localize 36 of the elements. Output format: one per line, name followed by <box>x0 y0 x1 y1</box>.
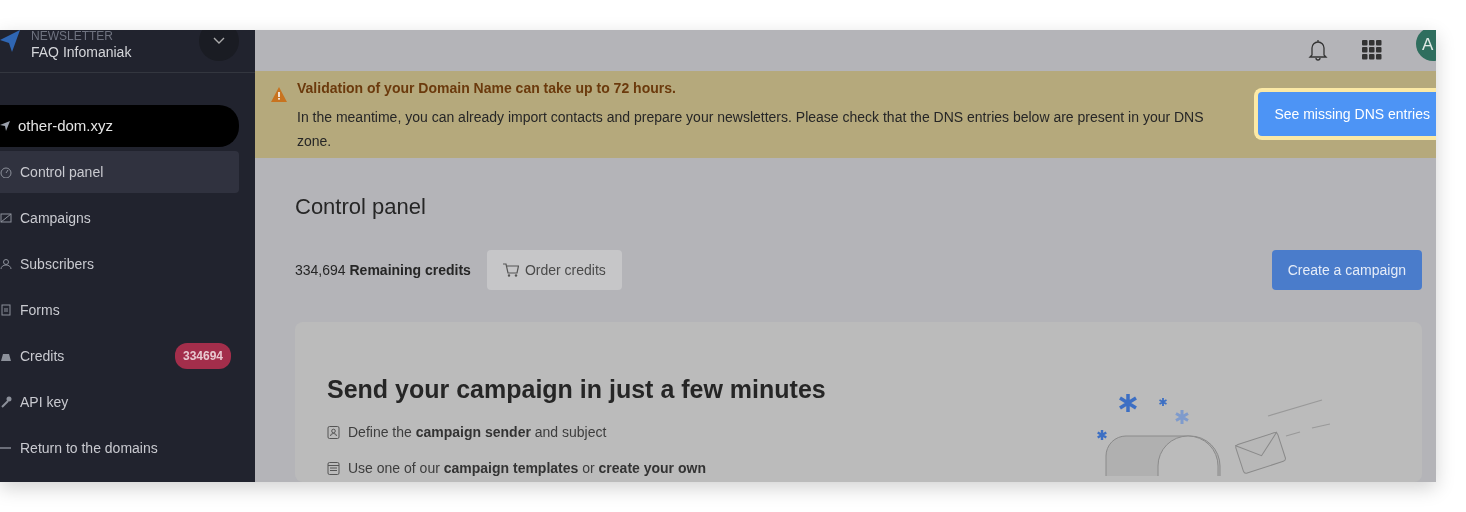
warning-icon <box>271 86 287 102</box>
hero-title: Send your campaign in just a few minutes <box>327 374 827 404</box>
sidebar-item[interactable]: Campaigns <box>0 197 239 239</box>
step-text: Use one of our campaign templates or create your own <box>348 458 706 478</box>
contact-card-icon <box>327 425 340 439</box>
apps-grid-icon[interactable] <box>1362 40 1382 61</box>
user-avatar[interactable]: A <box>1416 30 1436 62</box>
account-switcher-button[interactable] <box>199 30 239 61</box>
sidebar-item[interactable]: Control panel <box>0 151 239 193</box>
document-icon <box>0 304 12 316</box>
step-text: Define the campaign sender and subject <box>348 422 607 442</box>
page-title: Control panel <box>295 193 427 220</box>
account-name: FAQ Infomaniak <box>31 42 132 62</box>
sidebar-item[interactable]: Subscribers <box>0 243 239 285</box>
paper-plane-logo-icon <box>0 30 20 52</box>
sidebar-item[interactable]: Return to the domains <box>0 427 239 469</box>
order-credits-button[interactable]: Order credits <box>486 250 622 290</box>
count-badge: 334694 <box>174 343 231 369</box>
create-campaign-button[interactable]: Create a campaign <box>1271 250 1422 290</box>
sidebar-item[interactable]: Forms <box>0 289 239 331</box>
sidebar-item[interactable]: API key <box>0 381 239 423</box>
gauge-icon <box>0 166 12 178</box>
bell-icon[interactable] <box>1308 39 1328 62</box>
warning-message: In the meantime, you can already import contacts and prepare your newsletters. Please check that the DNS entries below are present in your DNS zone. <box>297 107 1205 151</box>
product-label: NEWSLETTER <box>31 30 114 42</box>
envelope-icon <box>0 212 12 224</box>
template-icon <box>327 461 340 475</box>
paper-plane-icon <box>0 121 10 131</box>
person-icon <box>0 258 12 270</box>
domain-selector[interactable]: other-dom.xyz <box>0 105 239 147</box>
warning-title: Validation of your Domain Name can take up to 72 hours. <box>297 78 677 98</box>
key-icon <box>0 396 12 408</box>
chevron-down-icon <box>213 37 225 45</box>
cart-icon <box>502 263 519 277</box>
sidebar-item[interactable]: Credits 334694 <box>0 335 239 377</box>
remaining-credits: 334,694 Remaining credits <box>295 260 471 280</box>
